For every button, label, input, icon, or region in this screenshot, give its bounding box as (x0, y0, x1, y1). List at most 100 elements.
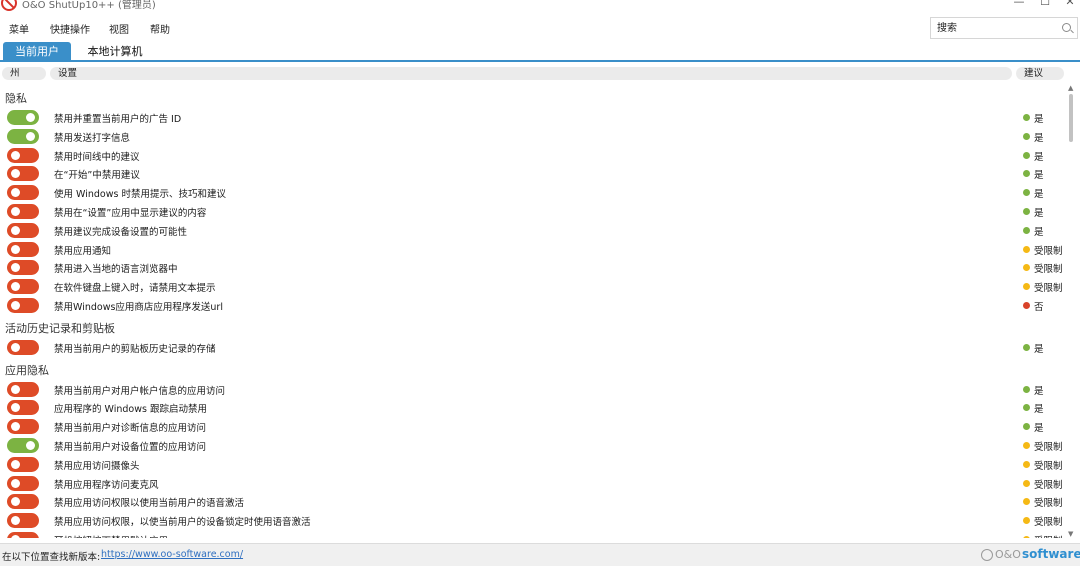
scroll-thumb[interactable] (1069, 94, 1073, 142)
setting-row[interactable]: 禁用应用通知 受限制 (0, 241, 1064, 258)
toggle-switch-off[interactable] (7, 185, 39, 201)
setting-row[interactable]: 禁用当前用户对用户帐户信息的应用访问 是 (0, 381, 1064, 398)
maximize-button[interactable]: ☐ (1038, 0, 1052, 10)
setting-row[interactable]: 禁用应用访问权限，以使当前用户的设备锁定时使用语音激活 受限制 (0, 512, 1064, 529)
recommendation-text: 受限制 (1034, 533, 1063, 538)
toggle-knob (11, 459, 20, 469)
column-state[interactable]: 州 (2, 67, 46, 80)
menu-quick-actions[interactable]: 快捷操作 (50, 21, 90, 36)
recommendation-text: 是 (1034, 132, 1044, 144)
search-input[interactable] (937, 21, 1055, 35)
setting-label: 禁用在“设置”应用中显示建议的内容 (54, 208, 207, 219)
toggle-switch-off[interactable] (7, 400, 39, 416)
toggle-switch-off[interactable] (7, 147, 39, 163)
recommendation-text: 是 (1034, 343, 1044, 355)
menu-file[interactable]: 菜单 (9, 21, 29, 36)
setting-row[interactable]: 应用程序的 Windows 跟踪启动禁用 是 (0, 399, 1064, 416)
setting-row[interactable]: 在软件键盘上键入时，请禁用文本提示 受限制 (0, 278, 1064, 295)
brand-name: software (1022, 547, 1080, 561)
setting-label: 禁用当前用户对诊断信息的应用访问 (54, 423, 207, 435)
minimize-button[interactable]: — (1012, 0, 1026, 10)
toggle-switch-on[interactable] (7, 110, 39, 125)
setting-row[interactable]: 禁用Windows应用商店应用程序发送url 否 (0, 297, 1064, 314)
tab-current-user[interactable]: 当前用户 (3, 42, 71, 62)
toggle-switch-on[interactable] (7, 438, 39, 453)
recommendation-text: 是 (1034, 423, 1044, 435)
setting-row[interactable]: 禁用应用程序访问麦克风 受限制 (0, 475, 1064, 492)
toggle-knob (11, 301, 20, 310)
setting-row[interactable]: 耳机按钮按下禁用默认应用 受限制 (0, 531, 1064, 538)
toggle-switch-off[interactable] (7, 494, 39, 510)
setting-row[interactable]: 禁用当前用户的剪贴板历史记录的存储 是 (0, 339, 1064, 356)
toggle-knob (11, 497, 20, 507)
toggle-knob (11, 263, 20, 273)
setting-row[interactable]: 禁用进入当地的语言浏览器中 受限制 (0, 259, 1064, 276)
recommendation-dot-icon (1023, 536, 1030, 538)
recommendation-dot-icon (1023, 385, 1030, 393)
setting-label: 禁用应用访问权限以使用当前用户的语音激活 (54, 498, 245, 510)
menu-view[interactable]: 视图 (109, 21, 129, 36)
setting-label: 使用 Windows 时禁用提示、技巧和建议 (54, 189, 226, 201)
setting-label: 禁用应用访问权限，以使当前用户的设备锁定时使用语音激活 (54, 517, 311, 529)
toggle-switch-off[interactable] (7, 532, 39, 538)
setting-row[interactable]: 禁用建议完成设备设置的可能性 是 (0, 222, 1064, 239)
column-recommendation[interactable]: 建议 (1016, 67, 1064, 80)
update-link[interactable]: https://www.oo-software.com/ (101, 549, 243, 560)
recommendation-text: 是 (1034, 226, 1044, 238)
toggle-switch-off[interactable] (7, 456, 39, 472)
toggle-knob (11, 169, 20, 179)
search-icon[interactable] (1062, 23, 1071, 32)
vertical-scrollbar[interactable]: ▲ ▼ (1066, 84, 1076, 538)
toggle-knob (11, 478, 20, 488)
recommendation-dot-icon (1023, 114, 1030, 121)
setting-row[interactable]: 禁用应用访问摄像头 受限制 (0, 456, 1064, 473)
menu-help[interactable]: 帮助 (150, 21, 170, 36)
close-button[interactable]: ✕ (1063, 0, 1077, 10)
recommendation-text: 是 (1034, 385, 1044, 397)
scroll-up-arrow-icon[interactable]: ▲ (1068, 84, 1073, 92)
toggle-switch-off[interactable] (7, 166, 39, 182)
setting-row[interactable]: 在“开始”中禁用建议 是 (0, 165, 1064, 182)
toggle-switch-off[interactable] (7, 241, 39, 257)
toggle-switch-off[interactable] (7, 260, 39, 276)
recommendation-dot-icon (1023, 151, 1030, 159)
search-box[interactable] (930, 17, 1078, 39)
toggle-switch-off[interactable] (7, 222, 39, 238)
toggle-switch-off[interactable] (7, 298, 39, 313)
recommendation-text: 受限制 (1034, 479, 1063, 491)
recommendation-dot-icon (1023, 208, 1030, 215)
menu-bar: 菜单 快捷操作 视图 帮助 (0, 16, 1080, 38)
oo-brand-icon (981, 549, 993, 561)
status-bar: 在以下位置查找新版本: https://www.oo-software.com/… (0, 543, 1080, 566)
toggle-switch-off[interactable] (7, 339, 39, 355)
recommendation-text: 受限制 (1034, 517, 1063, 529)
setting-row[interactable]: 禁用发送打字信息 是 (0, 128, 1064, 145)
toggle-switch-off[interactable] (7, 279, 39, 295)
scroll-down-arrow-icon[interactable]: ▼ (1068, 530, 1073, 538)
recommendation-text: 否 (1034, 302, 1044, 313)
column-setting[interactable]: 设置 (50, 67, 1012, 80)
setting-row[interactable]: 使用 Windows 时禁用提示、技巧和建议 是 (0, 184, 1064, 201)
setting-row[interactable]: 禁用应用访问权限以使用当前用户的语音激活 受限制 (0, 493, 1064, 510)
setting-label: 耳机按钮按下禁用默认应用 (54, 533, 168, 538)
toggle-switch-off[interactable] (7, 381, 39, 397)
setting-row[interactable]: 禁用当前用户对诊断信息的应用访问 是 (0, 418, 1064, 435)
setting-row[interactable]: 禁用在“设置”应用中显示建议的内容 是 (0, 203, 1064, 220)
setting-label: 禁用发送打字信息 (54, 132, 131, 144)
toggle-switch-on[interactable] (7, 128, 39, 144)
setting-row[interactable]: 禁用时间线中的建议 是 (0, 147, 1064, 164)
setting-row[interactable]: 禁用并重置当前用户的广告 ID 是 (0, 109, 1064, 126)
setting-row[interactable]: 禁用当前用户对设备位置的应用访问 受限制 (0, 437, 1064, 454)
toggle-knob (11, 244, 20, 254)
title-bar: O&O ShutUp10++ (管理员) — ☐ ✕ (0, 0, 1080, 14)
toggle-switch-off[interactable] (7, 475, 39, 491)
recommendation-dot-icon (1023, 442, 1030, 449)
toggle-switch-off[interactable] (7, 204, 39, 219)
recommendation-text: 受限制 (1034, 442, 1063, 453)
toggle-switch-off[interactable] (7, 513, 39, 529)
setting-label: 在“开始”中禁用建议 (54, 170, 140, 182)
section-title: 活动历史记录和剪贴板 (5, 321, 115, 335)
tab-local-machine[interactable]: 本地计算机 (80, 42, 150, 62)
toggle-switch-off[interactable] (7, 419, 39, 435)
recommendation-dot-icon (1023, 283, 1030, 291)
